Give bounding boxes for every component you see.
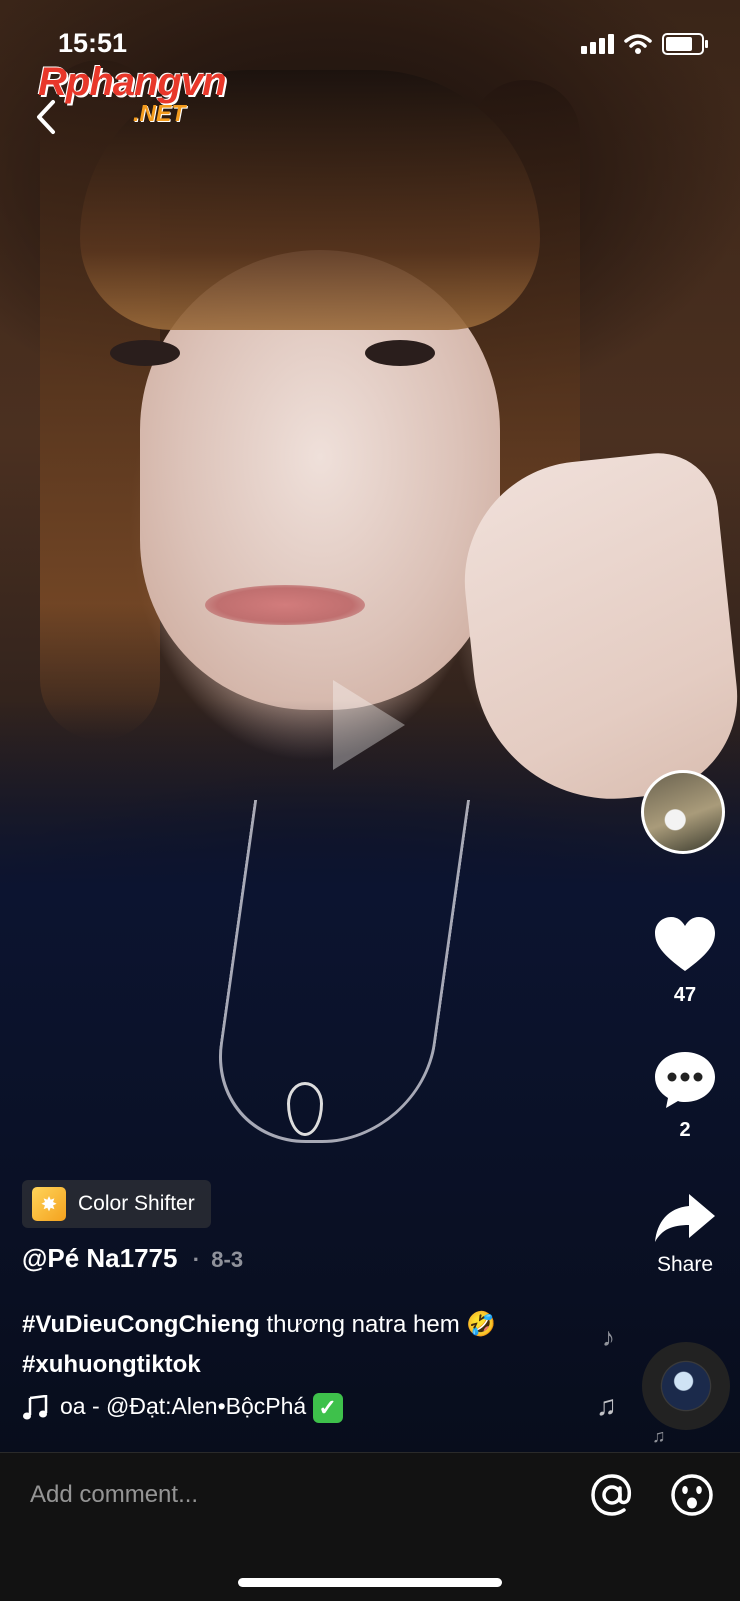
battery-fill bbox=[666, 37, 692, 51]
back-button[interactable] bbox=[26, 95, 66, 139]
play-icon[interactable] bbox=[333, 680, 405, 770]
music-info[interactable]: oa - @Đạt:Alen•BộcPhá ✓ bbox=[22, 1393, 420, 1423]
author-username[interactable]: @Pé Na1775 bbox=[22, 1243, 177, 1273]
hashtag-link[interactable]: #xuhuongtiktok bbox=[22, 1351, 201, 1378]
watermark-suffix: .NET bbox=[133, 100, 186, 126]
chevron-left-icon bbox=[37, 100, 55, 134]
status-icons bbox=[581, 32, 708, 56]
music-name: oa - @Đạt:Alen•BộcPhá bbox=[60, 1393, 307, 1420]
caption-text: thương natra hem 🤣 bbox=[259, 1311, 497, 1338]
music-note-icon bbox=[23, 1395, 48, 1420]
video-frame-detail bbox=[205, 585, 365, 625]
sparkle-icon: ✸ bbox=[32, 1187, 66, 1221]
share-arrow-icon bbox=[655, 1194, 715, 1242]
add-comment-input[interactable]: Add comment... bbox=[30, 1481, 198, 1509]
speech-bubble-icon bbox=[655, 1052, 715, 1108]
music-note-icon: ♪ bbox=[602, 1322, 615, 1352]
post-caption: #VuDieuCongChieng thương natra hem 🤣 #xu… bbox=[22, 1305, 582, 1385]
creator-avatar[interactable] bbox=[641, 770, 725, 854]
hashtag-link[interactable]: #VuDieuCongChieng bbox=[22, 1311, 260, 1338]
heart-icon bbox=[655, 917, 715, 971]
share-button[interactable]: Share bbox=[640, 1192, 730, 1277]
music-disc[interactable] bbox=[642, 1342, 730, 1430]
video-frame-detail bbox=[365, 340, 435, 366]
like-button[interactable]: 47 bbox=[640, 915, 730, 1007]
music-title: oa - @Đạt:Alen•BộcPhá ✓ bbox=[60, 1393, 420, 1423]
comment-count: 2 bbox=[679, 1119, 691, 1141]
smiley-icon[interactable] bbox=[668, 1471, 716, 1519]
share-label: Share bbox=[656, 1253, 714, 1276]
music-note-icon: ♫ bbox=[652, 1426, 666, 1446]
cellular-signal-icon bbox=[581, 34, 614, 54]
like-count: 47 bbox=[673, 984, 697, 1006]
wifi-icon bbox=[624, 34, 652, 54]
watermark-main: Rphangvn bbox=[38, 60, 227, 104]
post-date: 8-3 bbox=[211, 1247, 244, 1272]
battery-icon bbox=[662, 33, 708, 55]
status-time: 15:51 bbox=[58, 28, 128, 58]
comment-button[interactable]: 2 bbox=[640, 1050, 730, 1142]
effect-label: Color Shifter bbox=[78, 1192, 195, 1215]
effect-chip[interactable]: ✸ Color Shifter bbox=[22, 1180, 211, 1228]
video-frame-detail bbox=[110, 340, 180, 366]
verified-check-icon: ✓ bbox=[312, 1393, 343, 1423]
author-line: @Pé Na1775 · 8-3 bbox=[22, 1243, 243, 1274]
home-indicator[interactable] bbox=[238, 1578, 502, 1587]
music-note-icon: ♫ bbox=[596, 1390, 617, 1421]
music-cover bbox=[662, 1362, 710, 1410]
at-sign-icon[interactable] bbox=[588, 1471, 636, 1519]
post-date-separator: · bbox=[192, 1247, 201, 1272]
watermark-logo: Rphangvn .NET bbox=[38, 60, 227, 126]
